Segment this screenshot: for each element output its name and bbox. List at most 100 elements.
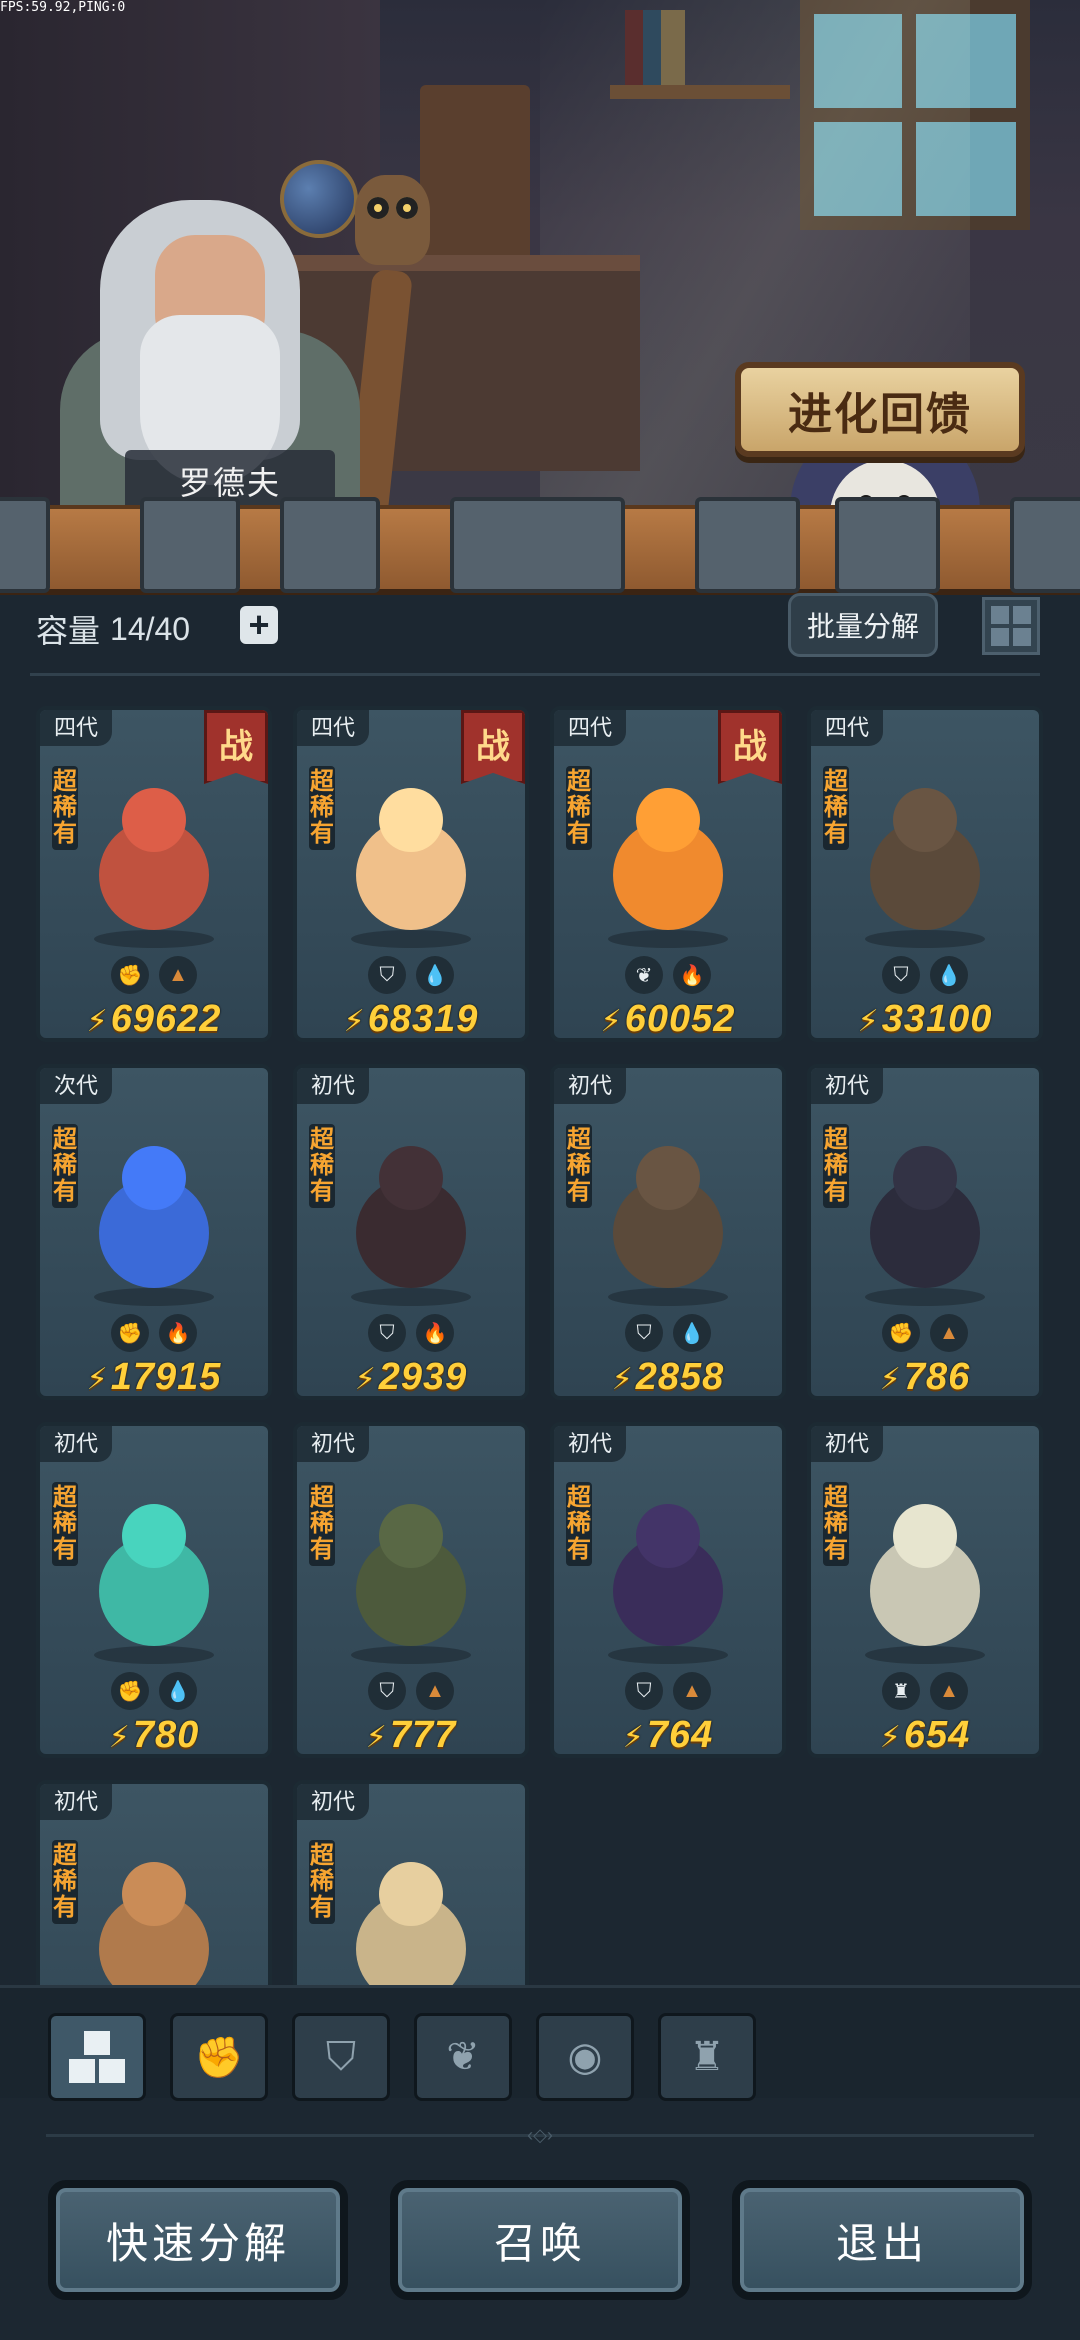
pet-card[interactable]: 四代 超稀有战 ✊ ▲ ⚡69622 (36, 706, 272, 1042)
generation-tag: 初代 (40, 1426, 113, 1462)
power-value: ⚡2858 (611, 1356, 725, 1398)
shield-icon: ⛉ (625, 1314, 663, 1352)
pet-portrait (331, 1496, 491, 1666)
power-flame-icon: ⚡ (857, 1005, 880, 1038)
generation-tag: 初代 (811, 1068, 884, 1104)
evolution-reward-button[interactable]: 进化回馈 (735, 362, 1025, 457)
generation-tag: 四代 (811, 710, 884, 746)
power-flame-icon: ⚡ (86, 1363, 109, 1396)
fire-icon: 🔥 (159, 1314, 197, 1352)
fire-icon: 🔥 (673, 956, 711, 994)
power-value: ⚡764 (622, 1714, 714, 1756)
power-flame-icon: ⚡ (622, 1721, 645, 1754)
pet-card[interactable]: 四代 超稀有战 ⛉ 💧 ⚡68319 (293, 706, 529, 1042)
earth-icon: ▲ (673, 1672, 711, 1710)
power-flame-icon: ⚡ (354, 1363, 377, 1396)
shield-icon: ⛉ (368, 1672, 406, 1710)
add-capacity-button[interactable]: + (240, 606, 278, 644)
power-value: ⚡33100 (857, 998, 993, 1040)
power-flame-icon: ⚡ (108, 1721, 131, 1754)
pet-portrait (845, 1138, 1005, 1308)
filter-all-blocks-icon[interactable] (48, 2013, 146, 2101)
summon-button[interactable]: 召唤 (390, 2180, 690, 2300)
capacity-label: 容量 (36, 613, 101, 649)
water-icon: 💧 (930, 956, 968, 994)
filter-tower-icon[interactable]: ♜ (658, 2013, 756, 2101)
power-flame-icon: ⚡ (600, 1005, 623, 1038)
pet-card-grid[interactable]: 四代 超稀有战 ✊ ▲ ⚡69622 四代 超稀有战 ⛉ 💧 ⚡68319 四代 超稀有战 ❦ 🔥 ⚡600… (36, 706, 1046, 1986)
earth-icon: ▲ (930, 1314, 968, 1352)
power-value: ⚡69622 (86, 998, 222, 1040)
pet-card[interactable]: 初代 超稀有 ✊ ▲ ⚡786 (807, 1064, 1043, 1400)
pet-card[interactable]: 四代 超稀有 ⛉ 💧 ⚡33100 (807, 706, 1043, 1042)
shield-icon: ⛉ (368, 1314, 406, 1352)
water-icon: 💧 (673, 1314, 711, 1352)
generation-tag: 四代 (554, 710, 627, 746)
pet-card[interactable]: 初代 超稀有 ♜ ▲ ⚡654 (807, 1422, 1043, 1758)
pet-card[interactable]: 四代 超稀有战 ❦ 🔥 ⚡60052 (550, 706, 786, 1042)
alien-head-icon: ◉ (567, 2035, 603, 2079)
batch-decompose-button[interactable]: 批量分解 (788, 593, 938, 657)
fist-icon: ✊ (111, 956, 149, 994)
power-value: ⚡60052 (600, 998, 736, 1040)
generation-tag: 初代 (554, 1068, 627, 1104)
pet-card[interactable]: 次代 超稀有 ✊ 🔥 ⚡17915 (36, 1064, 272, 1400)
fist-icon: ✊ (882, 1314, 920, 1352)
exit-button[interactable]: 退出 (732, 2180, 1032, 2300)
pet-card[interactable]: 初代 超稀有 ⛉ 💧 ⚡2858 (550, 1064, 786, 1400)
pet-portrait (845, 780, 1005, 950)
power-value: ⚡2939 (354, 1356, 468, 1398)
filter-fist-icon[interactable]: ✊ (170, 2013, 268, 2101)
power-value: ⚡786 (879, 1356, 971, 1398)
pet-portrait (74, 1496, 234, 1666)
chair (420, 85, 530, 275)
power-flame-icon: ⚡ (365, 1721, 388, 1754)
divider-ornament: ‹◇› (527, 2125, 553, 2145)
power-flame-icon: ⚡ (343, 1005, 366, 1038)
generation-tag: 初代 (297, 1426, 370, 1462)
element-filter-bar: ✊ ⛉ ❦ ◉ ♜ (0, 1985, 1080, 2101)
fps-counter: FPS:59.92,PING:0 (0, 0, 126, 15)
capacity-display: 容量 14/40 (36, 606, 190, 652)
quick-decompose-button[interactable]: 快速分解 (48, 2180, 348, 2300)
pet-card[interactable]: 初代 超稀有 ✊ 💧 ⚡780 (36, 1422, 272, 1758)
pet-portrait (588, 780, 748, 950)
pet-card[interactable]: 初代 超稀有 (293, 1780, 529, 1986)
filter-leaf-icon[interactable]: ❦ (414, 2013, 512, 2101)
filter-alien-head-icon[interactable]: ◉ (536, 2013, 634, 2101)
power-value: ⚡780 (108, 1714, 200, 1756)
water-icon: 💧 (416, 956, 454, 994)
fist-icon: ✊ (111, 1314, 149, 1352)
pet-portrait (74, 1854, 234, 1986)
pet-card[interactable]: 初代 超稀有 ⛉ ▲ ⚡777 (293, 1422, 529, 1758)
generation-tag: 初代 (554, 1426, 627, 1462)
pet-card[interactable]: 初代 超稀有 (36, 1780, 272, 1986)
shield-icon: ⛉ (625, 1672, 663, 1710)
pet-portrait (74, 780, 234, 950)
shield-icon: ⛉ (326, 2034, 356, 2079)
water-icon: 💧 (159, 1672, 197, 1710)
earth-icon: ▲ (416, 1672, 454, 1710)
generation-tag: 初代 (297, 1784, 370, 1820)
generation-tag: 初代 (297, 1068, 370, 1104)
filter-shield-icon[interactable]: ⛉ (292, 2013, 390, 2101)
pet-card[interactable]: 初代 超稀有 ⛉ 🔥 ⚡2939 (293, 1064, 529, 1400)
shield-icon: ⛉ (368, 956, 406, 994)
fence-divider (0, 497, 1080, 595)
shelf (610, 85, 790, 99)
grid-view-icon[interactable] (982, 597, 1040, 655)
pet-portrait (331, 1138, 491, 1308)
tower-icon: ♜ (882, 1672, 920, 1710)
generation-tag: 初代 (40, 1784, 113, 1820)
pet-card[interactable]: 初代 超稀有 ⛉ ▲ ⚡764 (550, 1422, 786, 1758)
pet-portrait (845, 1496, 1005, 1666)
leaf-icon: ❦ (625, 956, 663, 994)
earth-icon: ▲ (159, 956, 197, 994)
plus-icon: + (248, 604, 270, 645)
power-value: ⚡17915 (86, 1356, 222, 1398)
fist-icon: ✊ (194, 2035, 244, 2080)
power-flame-icon: ⚡ (86, 1005, 109, 1038)
generation-tag: 四代 (297, 710, 370, 746)
in-battle-badge: 战 (461, 710, 525, 784)
fire-icon: 🔥 (416, 1314, 454, 1352)
